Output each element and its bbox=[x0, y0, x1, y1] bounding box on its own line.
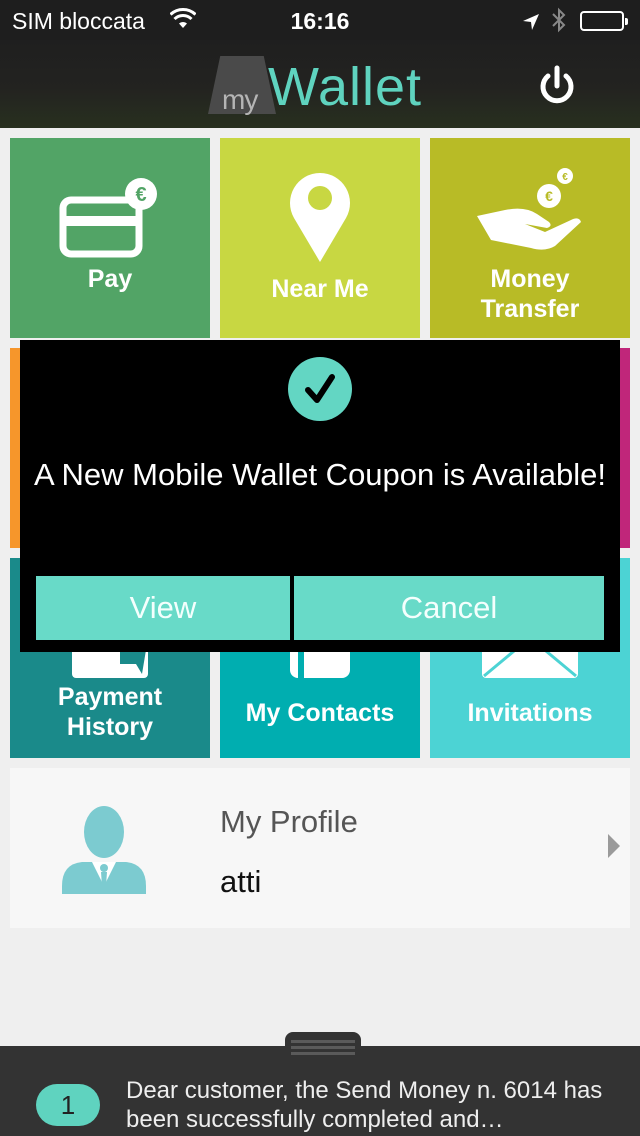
power-button[interactable] bbox=[535, 64, 579, 108]
hand-coins-icon: € € bbox=[430, 166, 630, 252]
view-button[interactable]: View bbox=[36, 576, 290, 640]
svg-text:€: € bbox=[562, 172, 568, 183]
check-circle-icon bbox=[288, 357, 352, 421]
battery-icon bbox=[580, 11, 628, 31]
profile-username: atti bbox=[220, 864, 262, 899]
tile-label: Payment History bbox=[10, 682, 210, 742]
notification-drawer[interactable]: 1 Dear customer, the Send Money n. 6014 … bbox=[0, 1032, 640, 1136]
clock: 16:16 bbox=[290, 8, 350, 34]
svg-text:€: € bbox=[135, 184, 146, 206]
svg-text:€: € bbox=[545, 188, 553, 204]
tile-money-transfer[interactable]: € € Money Transfer bbox=[430, 138, 630, 338]
tile-label-line: Money bbox=[490, 265, 570, 293]
notification-count-badge: 1 bbox=[36, 1084, 100, 1126]
alert-message: A New Mobile Wallet Coupon is Available! bbox=[33, 457, 607, 492]
tile-label-line: History bbox=[66, 713, 154, 741]
logo-wordmark: Wallet bbox=[268, 57, 423, 117]
app-logo: my Wallet bbox=[208, 54, 448, 117]
power-icon bbox=[540, 65, 574, 104]
cancel-button[interactable]: Cancel bbox=[294, 576, 604, 640]
tile-pay[interactable]: € Pay bbox=[10, 138, 210, 338]
tile-label: Invitations bbox=[467, 699, 593, 727]
tile-label-line: Payment bbox=[57, 683, 163, 711]
tile-label: Pay bbox=[87, 265, 133, 293]
tile-near-me[interactable]: Near Me bbox=[220, 138, 420, 338]
chevron-right-icon bbox=[608, 834, 620, 858]
notification-message[interactable]: Dear customer, the Send Money n. 6014 ha… bbox=[126, 1076, 626, 1134]
map-pin-icon bbox=[220, 168, 420, 264]
tile-label-line: Transfer bbox=[480, 295, 580, 323]
drawer-handle[interactable] bbox=[285, 1032, 361, 1062]
app-header: my Wallet bbox=[0, 40, 640, 128]
card-euro-icon: € bbox=[10, 178, 210, 258]
profile-card[interactable]: My Profile atti bbox=[10, 768, 630, 928]
tile-label: My Contacts bbox=[245, 699, 395, 727]
coupon-alert-dialog: A New Mobile Wallet Coupon is Available!… bbox=[20, 340, 620, 652]
location-arrow-icon bbox=[522, 10, 540, 37]
bluetooth-icon bbox=[551, 7, 567, 39]
user-avatar-icon bbox=[62, 806, 146, 899]
profile-title: My Profile bbox=[220, 804, 358, 839]
tile-label: Money Transfer bbox=[430, 264, 630, 324]
tile-label: Near Me bbox=[271, 275, 369, 303]
logo-prefix: my bbox=[222, 84, 258, 115]
status-bar: SIM bloccata 16:16 bbox=[0, 0, 640, 40]
